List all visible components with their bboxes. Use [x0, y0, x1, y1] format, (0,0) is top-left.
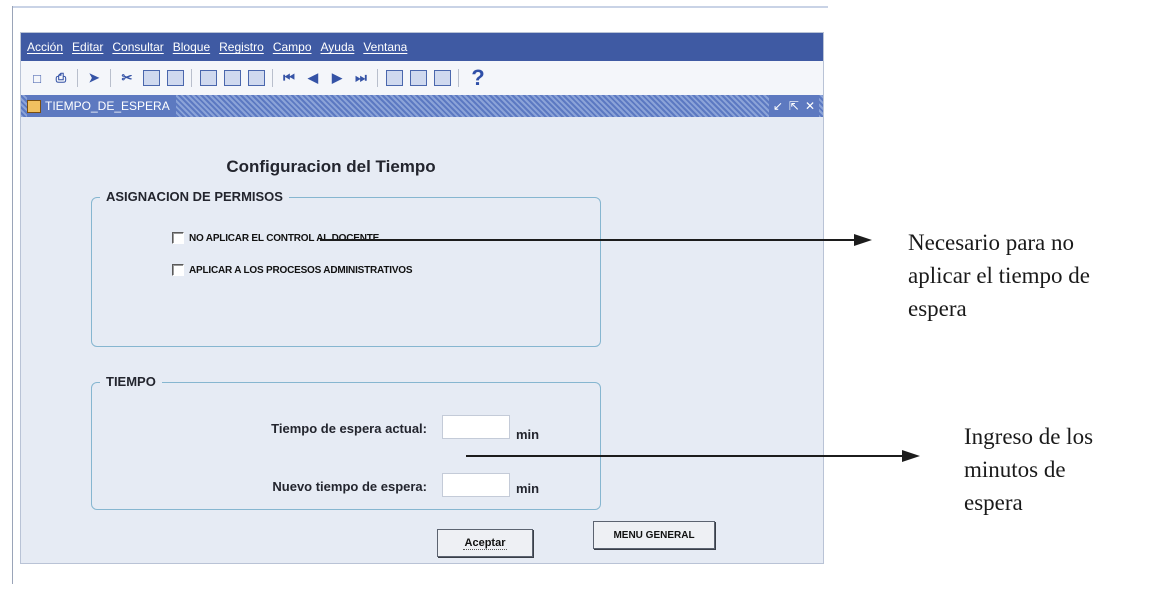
enter-query-icon[interactable]	[199, 69, 217, 87]
menu-general-button[interactable]: MENU GENERAL	[593, 521, 715, 549]
document-frame-top	[12, 6, 828, 8]
copy-icon[interactable]	[142, 69, 160, 87]
oracle-forms-window: Acción Editar Consultar Bloque Registro …	[20, 32, 824, 564]
annotation-arrow-2-head	[902, 450, 920, 462]
aceptar-label: Aceptar	[462, 536, 508, 550]
toolbar-separator	[110, 69, 111, 87]
previous-record-icon[interactable]: ◀	[304, 69, 322, 87]
tiempo-nuevo-unit: min	[516, 481, 540, 496]
tiempo-nuevo-label: Nuevo tiempo de espera:	[272, 479, 427, 494]
help-icon[interactable]: ?	[469, 65, 487, 90]
annotation-arrow-1-head	[854, 234, 872, 246]
exit-icon[interactable]: ➤	[85, 69, 103, 87]
window-title-group: TIEMPO_DE_ESPERA	[27, 95, 176, 117]
next-record-icon[interactable]: ▶	[328, 69, 346, 87]
window-titlebar[interactable]: TIEMPO_DE_ESPERA ↙ ⇱ ✕	[21, 95, 823, 117]
paste-icon[interactable]	[166, 69, 184, 87]
menu-ventana[interactable]: Ventana	[363, 40, 407, 54]
tiempo-group: TIEMPO Tiempo de espera actual: min Nuev…	[91, 374, 601, 510]
execute-query-icon[interactable]	[223, 69, 241, 87]
annotation-arrow-2-line	[466, 455, 904, 457]
annotation-note-1-line-1: Necesario para no	[908, 230, 1075, 255]
toolbar-separator	[458, 69, 459, 87]
toolbar-separator	[77, 69, 78, 87]
document-frame-left	[12, 6, 13, 584]
aceptar-button[interactable]: Aceptar	[437, 529, 533, 557]
maximize-icon[interactable]: ⇱	[789, 99, 799, 113]
menu-accion[interactable]: Acción	[27, 40, 63, 54]
count-query-icon[interactable]	[247, 69, 265, 87]
lock-record-icon[interactable]	[433, 69, 451, 87]
no-control-label: NO APLICAR EL CONTROL AL DOCENTE	[189, 232, 380, 244]
tiempo-actual-field[interactable]	[442, 415, 510, 439]
toolbar-separator	[377, 69, 378, 87]
annotation-note-1-line-2: aplicar el tiempo de	[908, 263, 1091, 288]
window-app-icon	[27, 99, 41, 113]
permisos-group: ASIGNACION DE PERMISOS NO APLICAR EL CON…	[91, 189, 601, 347]
annotation-note-1-line-3: espera	[908, 296, 967, 321]
toolbar-separator	[191, 69, 192, 87]
procesos-label: APLICAR A LOS PROCESOS ADMINISTRATIVOS	[189, 264, 413, 276]
menu-registro[interactable]: Registro	[219, 40, 264, 54]
tiempo-actual-label: Tiempo de espera actual:	[271, 421, 427, 436]
menu-ayuda[interactable]: Ayuda	[321, 40, 355, 54]
perm-option-no-control[interactable]: NO APLICAR EL CONTROL AL DOCENTE	[172, 232, 379, 244]
menu-campo[interactable]: Campo	[273, 40, 312, 54]
perm-option-procesos[interactable]: APLICAR A LOS PROCESOS ADMINISTRATIVOS	[172, 264, 413, 276]
menu-editar[interactable]: Editar	[72, 40, 103, 54]
window-controls: ↙ ⇱ ✕	[768, 95, 819, 117]
toolbar-separator	[272, 69, 273, 87]
menu-general-label: MENU GENERAL	[613, 529, 695, 541]
window-title: TIEMPO_DE_ESPERA	[45, 99, 170, 113]
annotation-note-2-line-2: minutos de	[964, 457, 1066, 482]
procesos-checkbox[interactable]	[172, 264, 184, 276]
permisos-legend: ASIGNACION DE PERMISOS	[100, 189, 289, 204]
insert-record-icon[interactable]	[385, 69, 403, 87]
last-record-icon[interactable]: ⏭	[352, 69, 370, 87]
annotation-note-2: Ingreso de los minutos de espera	[964, 420, 1093, 519]
tiempo-actual-unit: min	[516, 427, 540, 442]
close-icon[interactable]: ✕	[805, 99, 815, 113]
delete-record-icon[interactable]	[409, 69, 427, 87]
menu-consultar[interactable]: Consultar	[112, 40, 163, 54]
menu-bar: Acción Editar Consultar Bloque Registro …	[21, 33, 823, 61]
form-title: Configuracion del Tiempo	[226, 157, 436, 176]
print-icon[interactable]: ⎙	[52, 69, 70, 87]
cut-icon[interactable]: ✂	[118, 69, 136, 87]
annotation-arrow-1-line	[320, 239, 856, 241]
annotation-note-1: Necesario para no aplicar el tiempo de e…	[908, 226, 1090, 325]
toolbar: □ ⎙ ➤ ✂ ⏮ ◀ ▶ ⏭ ?	[21, 61, 823, 95]
menu-bloque[interactable]: Bloque	[173, 40, 210, 54]
tiempo-nuevo-field[interactable]	[442, 473, 510, 497]
minimize-icon[interactable]: ↙	[773, 99, 783, 113]
save-icon[interactable]: □	[28, 69, 46, 87]
annotation-note-2-line-3: espera	[964, 490, 1023, 515]
no-control-checkbox[interactable]	[172, 232, 184, 244]
annotation-note-2-line-1: Ingreso de los	[964, 424, 1094, 449]
form-canvas: Configuracion del Tiempo ASIGNACION DE P…	[21, 117, 823, 563]
tiempo-legend: TIEMPO	[100, 374, 162, 389]
first-record-icon[interactable]: ⏮	[280, 69, 298, 87]
